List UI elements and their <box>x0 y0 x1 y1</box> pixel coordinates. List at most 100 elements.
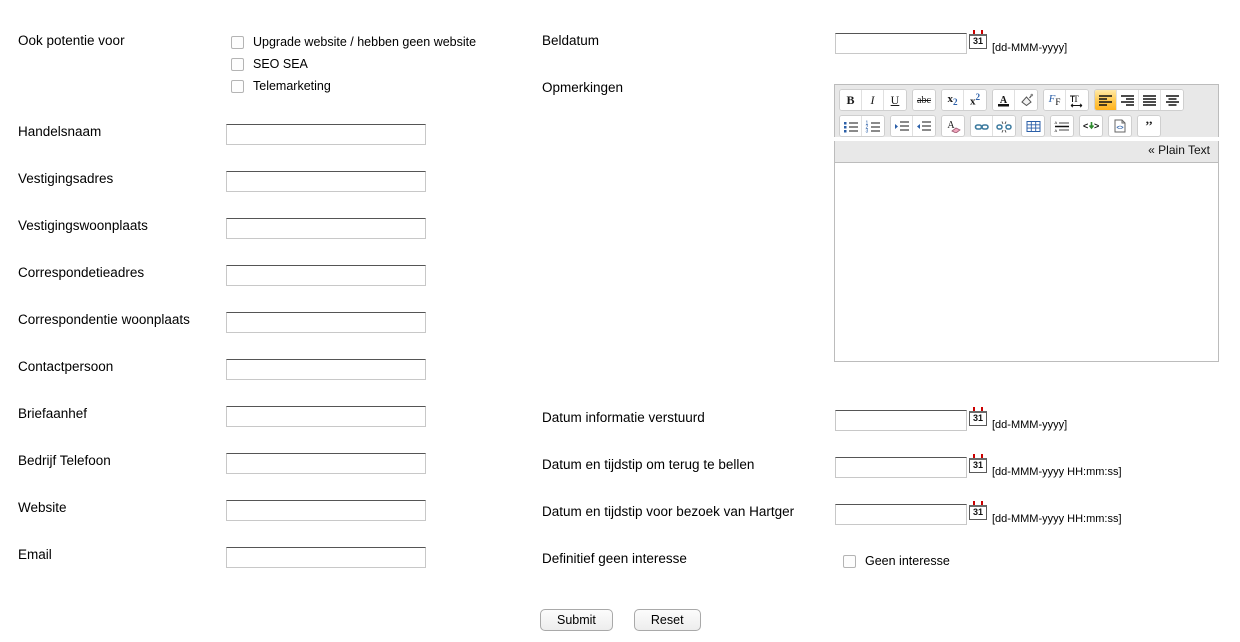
calendar-day: 31 <box>972 36 983 46</box>
subscript-button[interactable]: x2 <box>942 90 964 110</box>
unlink-button[interactable] <box>993 116 1015 136</box>
strikethrough-button[interactable]: abc <box>913 90 935 110</box>
datum-terug-bellen-input[interactable] <box>835 457 967 478</box>
italic-button[interactable]: I <box>862 90 884 110</box>
blockquote-group: ’’ <box>1137 115 1161 137</box>
checkbox-telemarketing[interactable]: Telemarketing <box>231 76 476 96</box>
checkbox-seo-sea[interactable]: SEO SEA <box>231 54 476 74</box>
field-correspondetieadres: Correspondetieadres <box>18 265 426 286</box>
special-char-group: < > <box>1079 115 1103 137</box>
email-input[interactable] <box>226 547 426 568</box>
svg-text:<: < <box>1083 121 1088 131</box>
website-input[interactable] <box>226 500 426 521</box>
insert-link-button[interactable] <box>971 116 993 136</box>
field-label: Contactpersoon <box>18 359 114 374</box>
potential-group: Ook potentie voor <box>18 33 125 49</box>
remove-format-button[interactable]: A <box>942 116 964 136</box>
font-button[interactable]: FF <box>1044 90 1066 110</box>
checkbox-label: Telemarketing <box>253 79 331 93</box>
text-style-group: B I U <box>839 89 907 111</box>
svg-text:A: A <box>1055 120 1058 125</box>
bold-button[interactable]: B <box>840 90 862 110</box>
field-geen-interesse: Definitief geen interesse Geen interesse <box>542 551 950 571</box>
checkbox-icon[interactable] <box>231 57 244 71</box>
calendar-day: 31 <box>972 413 983 423</box>
datum-bezoek-hartger-input[interactable] <box>835 504 967 525</box>
vestigingswoonplaats-input[interactable] <box>226 218 426 239</box>
underline-button[interactable]: U <box>884 90 906 110</box>
rich-text-editor: B I U abc x2 x2 A FF T 1 2 3 A A A < > <… <box>834 84 1219 362</box>
special-char-button[interactable]: < > <box>1080 116 1102 136</box>
checkbox-icon[interactable] <box>231 35 244 49</box>
remove-format-group: A <box>941 115 965 137</box>
font-group: FF T <box>1043 89 1089 111</box>
calendar-icon[interactable]: 31 <box>969 454 988 473</box>
contactpersoon-input[interactable] <box>226 359 426 380</box>
calendar-icon[interactable]: 31 <box>969 407 988 426</box>
bedrijf-telefoon-input[interactable] <box>226 453 426 474</box>
align-center-button[interactable] <box>1161 90 1183 110</box>
list-group: 123 <box>839 115 885 137</box>
svg-text:<>: <> <box>1116 126 1124 132</box>
align-justify-button[interactable] <box>1139 90 1161 110</box>
background-color-button[interactable] <box>1015 90 1037 110</box>
indent-increase-button[interactable] <box>891 116 913 136</box>
bullet-list-button[interactable] <box>840 116 862 136</box>
horizontal-rule-button[interactable]: AA <box>1051 116 1073 136</box>
date-format-hint: [dd-MMM-yyyy HH:mm:ss] <box>992 513 1122 525</box>
editor-content-area[interactable] <box>834 162 1219 362</box>
field-email: Email <box>18 547 426 568</box>
font-size-button[interactable]: T <box>1066 90 1088 110</box>
field-label: Vestigingsadres <box>18 171 114 186</box>
handelsnaam-input[interactable] <box>226 124 426 145</box>
svg-text:3: 3 <box>866 128 869 133</box>
field-vestigingsadres: Vestigingsadres <box>18 171 426 192</box>
checkbox-label: Upgrade website / hebben geen website <box>253 35 477 49</box>
align-right-button[interactable] <box>1117 90 1139 110</box>
source-code-button[interactable]: <> <box>1109 116 1131 136</box>
checkbox-upgrade-website[interactable]: Upgrade website / hebben geen website <box>231 32 476 52</box>
checkbox-icon[interactable] <box>843 554 856 568</box>
color-group: A <box>992 89 1038 111</box>
calendar-day: 31 <box>972 507 983 517</box>
opmerkingen-label-row: Opmerkingen <box>542 80 623 96</box>
correspondentie-woonplaats-input[interactable] <box>226 312 426 333</box>
table-group <box>1021 115 1045 137</box>
field-contactpersoon: Contactpersoon <box>18 359 426 380</box>
date-format-hint: [dd-MMM-yyyy] <box>992 419 1068 431</box>
submit-button[interactable]: Submit <box>540 609 613 631</box>
insert-table-button[interactable] <box>1022 116 1044 136</box>
reset-button[interactable]: Reset <box>633 609 701 631</box>
blockquote-button[interactable]: ’’ <box>1138 116 1160 136</box>
numbered-list-button[interactable]: 123 <box>862 116 884 136</box>
checkbox-icon[interactable] <box>231 79 244 93</box>
align-left-button[interactable] <box>1095 90 1117 110</box>
beldatum-input[interactable] <box>835 33 967 54</box>
calendar-icon[interactable]: 31 <box>969 30 988 49</box>
calendar-icon[interactable]: 31 <box>969 501 988 520</box>
alignment-group <box>1094 89 1184 111</box>
horizontal-rule-group: AA <box>1050 115 1074 137</box>
source-group: <> <box>1108 115 1132 137</box>
text-color-button[interactable]: A <box>993 90 1015 110</box>
superscript-button[interactable]: x2 <box>964 90 986 110</box>
field-label: Briefaanhef <box>18 406 88 421</box>
indent-decrease-button[interactable] <box>913 116 935 136</box>
svg-text:>: > <box>1094 121 1099 131</box>
calendar-day: 31 <box>972 460 983 470</box>
toolbar-row-2: 123 A A A < > <> ’’ <box>839 115 1214 137</box>
datum-informatie-verstuurd-input[interactable] <box>835 410 967 431</box>
plain-text-link[interactable]: « Plain Text <box>834 141 1219 162</box>
field-website: Website <box>18 500 426 521</box>
field-label: Datum en tijdstip voor bezoek van Hartge… <box>542 504 795 519</box>
correspondetieadres-input[interactable] <box>226 265 426 286</box>
strikethrough-group: abc <box>912 89 936 111</box>
field-label: Bedrijf Telefoon <box>18 453 111 468</box>
indent-group <box>890 115 936 137</box>
briefaanhef-input[interactable] <box>226 406 426 427</box>
field-datum-bezoek-hartger: Datum en tijdstip voor bezoek van Hartge… <box>542 501 1122 525</box>
field-label: Email <box>18 547 52 562</box>
checkbox-geen-interesse[interactable]: Geen interesse <box>843 551 950 571</box>
vestigingsadres-input[interactable] <box>226 171 426 192</box>
field-vestigingswoonplaats: Vestigingswoonplaats <box>18 218 426 239</box>
